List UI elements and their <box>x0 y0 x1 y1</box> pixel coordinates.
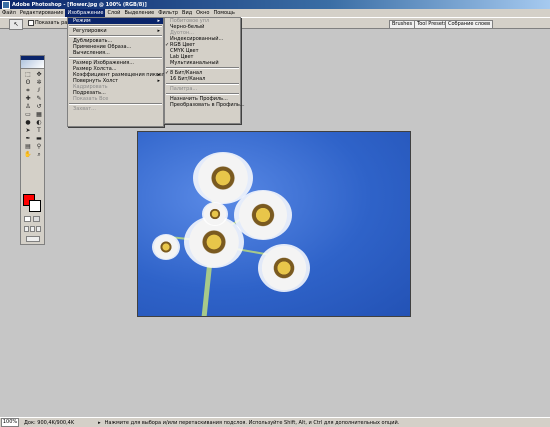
menu-separator <box>166 93 239 95</box>
toolbox: ⬚ ✥ ʘ ✲ ⌗ ⫽ ✚ ✎ ♙ ↺ ▭ ▦ ● ◐ ➤ T ✒ ▬ ▤ ⚲ … <box>20 55 45 245</box>
flower-bud-middle <box>202 202 228 226</box>
dodge-icon[interactable]: ◐ <box>34 119 44 126</box>
mode-convert-profile[interactable]: Преобразовать в Профиль... <box>165 102 245 108</box>
menu-item-adjustments-label: Регулировки <box>73 28 107 34</box>
eyedropper-icon[interactable]: ⚲ <box>34 143 44 150</box>
mode-color-table[interactable]: Палитра... <box>165 86 240 92</box>
slice-icon[interactable]: ⫽ <box>34 87 44 94</box>
mode-submenu: Побитовое упл Черно-белый Дуотон... Инде… <box>164 17 245 124</box>
submenu-arrow-icon: ▸ <box>157 28 160 34</box>
menu-window[interactable]: Окно <box>194 9 211 17</box>
menu-image[interactable]: Изображение <box>65 9 106 17</box>
gradient-icon[interactable]: ▦ <box>34 111 44 118</box>
document-size[interactable]: Док: 900,4K/900,4K <box>24 420 74 426</box>
brush-icon[interactable]: ✎ <box>34 95 44 102</box>
menu-separator <box>69 57 162 59</box>
background-color-swatch[interactable] <box>29 200 41 212</box>
submenu-arrow-icon: ▸ <box>157 18 160 24</box>
magic-wand-icon[interactable]: ✲ <box>34 79 44 86</box>
healing-icon[interactable]: ✚ <box>23 95 33 102</box>
layer-comps-well-tab[interactable]: Собрание слоев <box>445 20 494 29</box>
status-arrow-icon[interactable]: ▸ <box>98 420 101 426</box>
menu-view[interactable]: Вид <box>180 9 194 17</box>
marquee-icon[interactable]: ⬚ <box>23 71 33 78</box>
type-icon[interactable]: T <box>34 127 44 134</box>
show-bounds-checkbox[interactable] <box>28 20 34 26</box>
image-menu-dropdown: Режим ▸ Регулировки ▸ Дублировать... Приме… <box>67 17 171 127</box>
menu-bar: Файл Редактирование Изображение Слой Выд… <box>0 9 550 17</box>
menu-separator <box>69 25 162 27</box>
menu-separator <box>69 35 162 37</box>
path-select-icon[interactable]: ➤ <box>23 127 33 134</box>
crop-icon[interactable]: ⌗ <box>23 87 33 94</box>
menu-item-calculations[interactable]: Вычисления... <box>68 50 163 56</box>
brushes-well-tab[interactable]: Brushes <box>389 20 416 29</box>
menu-edit[interactable]: Редактирование <box>18 9 66 17</box>
menu-item-trap[interactable]: Захват... <box>68 106 163 112</box>
menu-filter[interactable]: Фильтр <box>156 9 180 17</box>
clone-stamp-icon[interactable]: ♙ <box>23 103 33 110</box>
menu-help[interactable]: Помощь <box>211 9 236 17</box>
adobe-feather-icon[interactable] <box>21 60 44 69</box>
menu-separator <box>69 103 162 105</box>
flower-lower-right <box>258 244 310 292</box>
screen-mode-menu-icon[interactable] <box>30 226 35 232</box>
lasso-icon[interactable]: ʘ <box>23 79 33 86</box>
shape-icon[interactable]: ▬ <box>34 135 44 142</box>
menu-separator <box>166 83 239 85</box>
status-hint: Нажмите для выбора и/или перетаскивания … <box>104 419 400 426</box>
zoom-icon[interactable]: ⌕ <box>34 151 44 158</box>
history-brush-icon[interactable]: ↺ <box>34 103 44 110</box>
mode-16bit[interactable]: 16 Бит/Канал <box>165 76 240 82</box>
menu-separator <box>166 67 239 69</box>
zoom-field[interactable]: 100% <box>1 418 19 427</box>
hand-icon[interactable]: ✋ <box>23 151 33 158</box>
photoshop-icon <box>2 0 10 9</box>
move-icon[interactable]: ✥ <box>34 71 44 78</box>
title-bar: Adobe Photoshop - [flower.jpg @ 100% (RG… <box>0 0 550 9</box>
window-title: Adobe Photoshop - [flower.jpg @ 100% (RG… <box>12 1 147 8</box>
move-tool-preset-icon[interactable]: ↖ <box>9 19 23 30</box>
menu-item-mode-label: Режим <box>73 18 91 24</box>
status-bar: 100% Док: 900,4K/900,4K ▸ Нажмите для вы… <box>0 417 550 427</box>
menu-item-mode[interactable]: Режим ▸ <box>68 18 163 24</box>
blur-icon[interactable]: ● <box>23 119 33 126</box>
pen-icon[interactable]: ✒ <box>23 135 33 142</box>
quick-mask-icon[interactable] <box>33 216 40 222</box>
flower-bud-left <box>152 234 180 260</box>
menu-layer[interactable]: Слой <box>105 9 122 17</box>
menu-item-reveal-all[interactable]: Показать Все <box>68 96 163 102</box>
flower-right <box>234 190 292 240</box>
menu-select[interactable]: Выделение <box>122 9 156 17</box>
standard-mode-icon[interactable] <box>24 216 31 222</box>
menu-item-adjustments[interactable]: Регулировки ▸ <box>68 28 163 34</box>
jump-to-imageready-icon[interactable] <box>26 236 40 242</box>
screen-mode-full-icon[interactable] <box>36 226 41 232</box>
notes-icon[interactable]: ▤ <box>23 143 33 150</box>
screen-mode-standard-icon[interactable] <box>24 226 29 232</box>
document-canvas[interactable] <box>137 131 411 317</box>
menu-file[interactable]: Файл <box>0 9 18 17</box>
eraser-icon[interactable]: ▭ <box>23 111 33 118</box>
mode-multichannel[interactable]: Мультиканальный <box>165 60 240 66</box>
